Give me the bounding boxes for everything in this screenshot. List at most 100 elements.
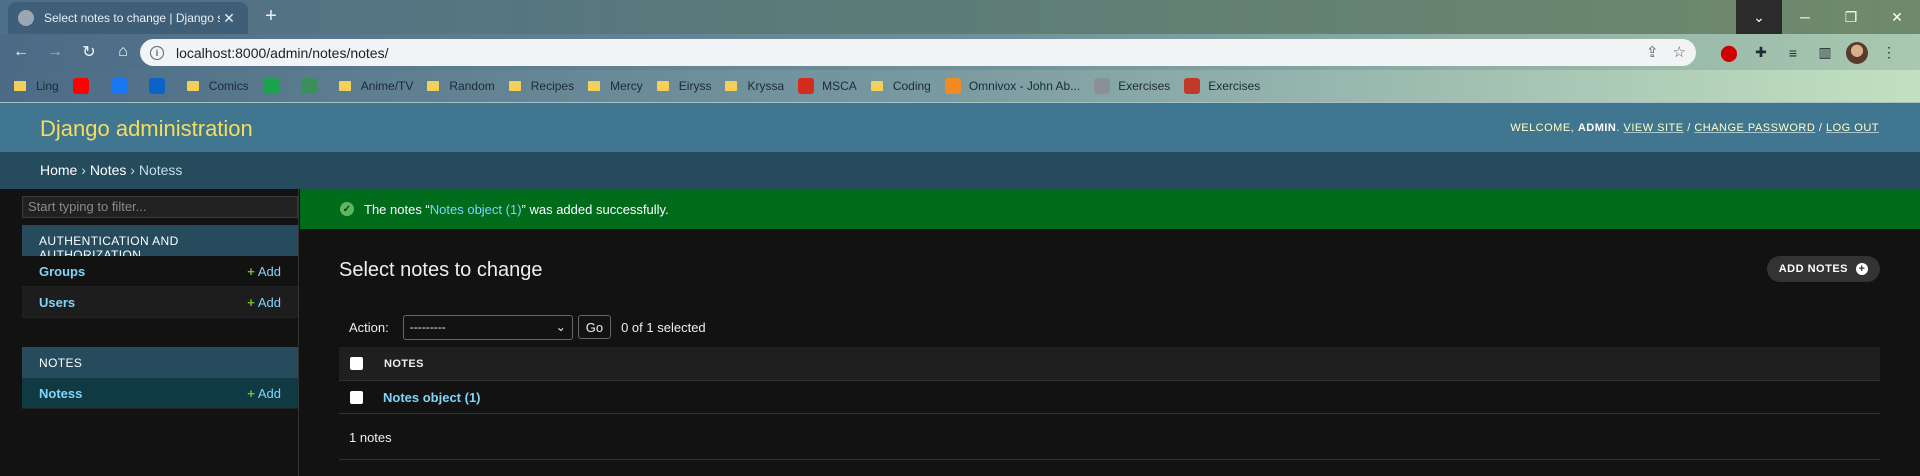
column-header-notes[interactable]: NOTES: [384, 358, 424, 370]
plus-icon: +: [247, 385, 255, 401]
bookmark-label: Mercy: [610, 79, 643, 93]
select-all-checkbox[interactable]: [350, 357, 363, 370]
action-select[interactable]: --------- ⌄: [402, 314, 573, 340]
separator: /: [1687, 122, 1691, 134]
new-tab-button[interactable]: +: [260, 6, 282, 28]
add-label: Add: [257, 385, 281, 401]
main-content: ✓ The notes “Notes object (1)” was added…: [300, 189, 1920, 476]
folder-icon: [338, 81, 351, 91]
restore-button[interactable]: ❐: [1828, 0, 1874, 34]
plus-icon: +: [247, 263, 255, 279]
url-text[interactable]: localhost:8000/admin/notes/notes/: [176, 45, 388, 61]
breadcrumb-current: Notess: [138, 162, 183, 178]
model-link-users[interactable]: Users: [39, 295, 75, 310]
bookmark-item[interactable]: Anime/TV: [338, 79, 414, 93]
browser-toolbar: ← → ↻ ⌂ i localhost:8000/admin/notes/not…: [0, 34, 1920, 70]
action-selected-value: ---------: [409, 320, 446, 334]
folder-icon: [656, 81, 669, 91]
address-bar[interactable]: i localhost:8000/admin/notes/notes/ ⇪ ☆: [140, 39, 1696, 66]
bookmark-item[interactable]: Kryssa: [725, 79, 784, 93]
log-out-link[interactable]: LOG OUT: [1826, 122, 1879, 134]
bookmark-item[interactable]: Ling: [14, 79, 59, 93]
welcome-text: WELCOME,: [1510, 122, 1575, 134]
bookmark-item[interactable]: Comics: [186, 79, 249, 93]
bookmark-item[interactable]: Exercises: [1184, 78, 1260, 94]
bookmark-item[interactable]: Omnivox - John Ab...: [944, 78, 1080, 94]
bookmark-label: Exercises: [1118, 79, 1171, 93]
folder-icon: [186, 81, 199, 91]
separator: /: [1818, 122, 1823, 134]
minimize-button[interactable]: ─: [1782, 0, 1828, 34]
media-icon[interactable]: ≡: [1782, 42, 1804, 64]
adblock-icon[interactable]: ⬤: [1718, 42, 1740, 64]
home-button[interactable]: ⌂: [110, 39, 136, 65]
bookmark-label: Kryssa: [747, 79, 785, 93]
sidepanel-icon[interactable]: ▥: [1814, 42, 1836, 64]
add-label: Add: [257, 294, 281, 310]
go-button[interactable]: Go: [577, 315, 612, 339]
model-link-notess[interactable]: Notess: [39, 386, 82, 401]
change-password-link[interactable]: CHANGE PASSWORD: [1694, 122, 1815, 134]
bookmark-label: Ling: [36, 79, 59, 93]
view-site-link[interactable]: VIEW SITE: [1624, 122, 1684, 134]
bookmark-item[interactable]: Recipes: [508, 79, 574, 93]
add-notes-button[interactable]: ADD NOTES +: [1766, 256, 1880, 282]
info-icon[interactable]: i: [150, 45, 164, 60]
bookmark-item[interactable]: [262, 78, 287, 94]
breadcrumb-home[interactable]: Home: [40, 162, 77, 178]
omnivox-icon: [944, 78, 961, 94]
plus-icon: +: [1856, 263, 1868, 275]
folder-icon: [508, 81, 521, 91]
bookmark-item[interactable]: Exercises: [1094, 78, 1170, 94]
bookmark-item[interactable]: Eiryss: [656, 79, 712, 93]
bookmark-label: MSCA: [822, 79, 857, 93]
breadcrumb-app[interactable]: Notes: [90, 162, 127, 178]
bookmark-item[interactable]: Mercy: [588, 79, 643, 93]
bookmark-item[interactable]: [72, 78, 97, 94]
bookmark-item[interactable]: [300, 78, 325, 94]
avatar[interactable]: [1846, 41, 1868, 64]
share-icon[interactable]: ⇪: [1646, 43, 1659, 61]
folder-icon: [870, 81, 883, 91]
bookmark-item[interactable]: [110, 78, 135, 94]
message-prefix: The notes “: [364, 201, 430, 217]
row-checkbox[interactable]: [350, 390, 363, 404]
menu-icon[interactable]: ⋮: [1878, 42, 1900, 64]
green-app-icon: [262, 78, 279, 94]
chevron-down-icon[interactable]: ⌄: [1736, 0, 1782, 34]
outlook-icon: [148, 78, 165, 94]
bookmark-item[interactable]: MSCA: [798, 78, 857, 94]
folder-icon: [725, 81, 738, 91]
chevron-down-icon: ⌄: [555, 320, 566, 334]
back-button[interactable]: ←: [8, 39, 34, 65]
add-groups-link[interactable]: + Add: [247, 264, 281, 279]
sidebar-filter-input[interactable]: Start typing to filter...: [22, 196, 298, 218]
browser-tab[interactable]: Select notes to change | Django site adm…: [8, 2, 248, 34]
bookmark-label: Anime/TV: [360, 79, 414, 93]
app-caption-auth[interactable]: Authentication and Authorization: [22, 225, 298, 262]
sidebar-item-users: Users + Add: [22, 287, 298, 318]
bookmark-label: Eiryss: [678, 79, 712, 93]
breadcrumb-separator: ›: [81, 162, 86, 178]
globe-icon: [18, 10, 34, 26]
site-title[interactable]: Django administration: [40, 116, 253, 142]
bookmarks-bar: Ling Comics Anime/TV Random Recipes Mercy Eiry…: [0, 70, 1920, 102]
add-notess-link[interactable]: + Add: [247, 386, 281, 401]
add-users-link[interactable]: + Add: [247, 295, 281, 310]
object-link[interactable]: Notes object (1): [383, 390, 481, 405]
close-window-button[interactable]: ✕: [1874, 0, 1920, 34]
bookmark-item[interactable]: Random: [427, 79, 495, 93]
star-icon[interactable]: ☆: [1673, 43, 1686, 61]
puzzle-icon[interactable]: ✚: [1750, 42, 1772, 64]
message-object-link[interactable]: Notes object (1): [430, 202, 522, 217]
close-icon[interactable]: ✕: [220, 10, 238, 27]
user-tools: WELCOME, ADMIN. VIEW SITE / CHANGE PASSW…: [1510, 122, 1879, 134]
reload-button[interactable]: ↻: [76, 39, 102, 65]
forward-button[interactable]: →: [42, 39, 68, 65]
app-caption-notes[interactable]: Notes: [22, 347, 298, 378]
actions-bar: Action: --------- ⌄ Go 0 of 1 selected: [339, 314, 706, 340]
model-link-groups[interactable]: Groups: [39, 264, 85, 279]
bookmark-item[interactable]: Coding: [870, 79, 931, 93]
bookmark-item[interactable]: [148, 78, 173, 94]
plus-icon: +: [247, 294, 255, 310]
